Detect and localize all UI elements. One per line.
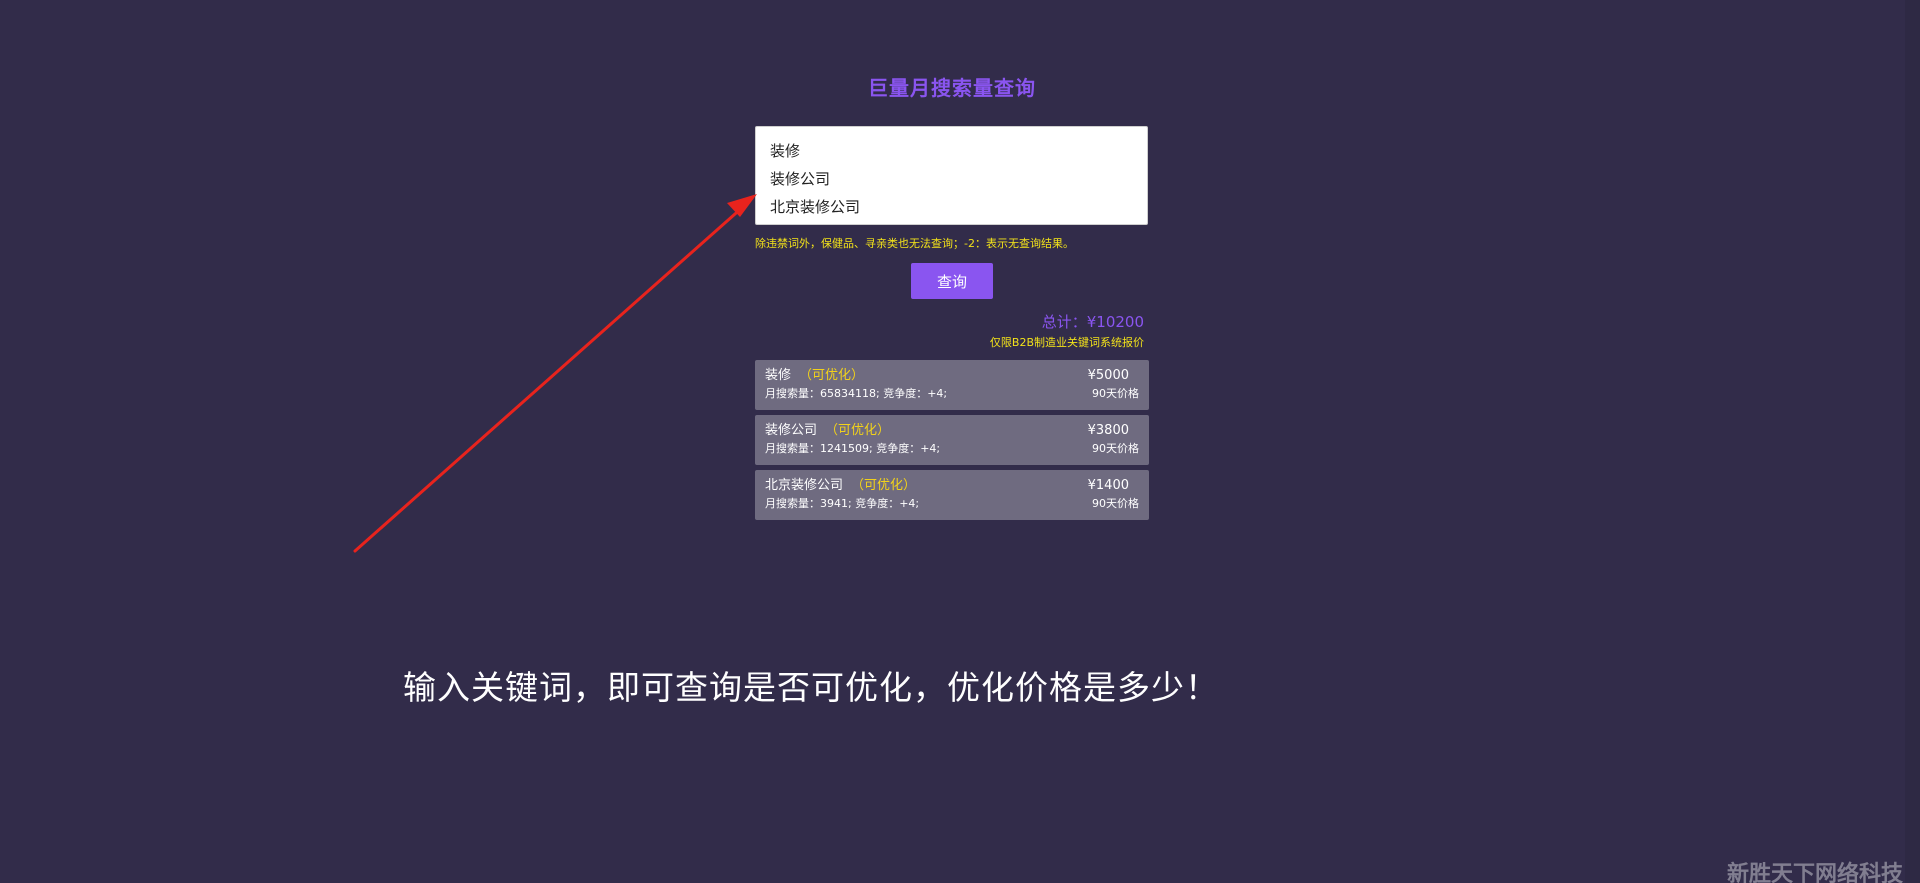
result-price: ¥1400: [1087, 478, 1129, 493]
result-keyword: 装修公司: [765, 423, 818, 438]
page-title: 巨量月搜索量查询: [868, 76, 1036, 100]
result-card: 装修公司 （可优化） 月搜索量：1241509; 竞争度：+4; ¥3800 90…: [755, 415, 1149, 465]
result-title: 北京装修公司 （可优化）: [765, 477, 1139, 495]
result-stats: 月搜索量：1241509; 竞争度：+4;: [765, 442, 941, 455]
result-price: ¥3800: [1087, 423, 1129, 438]
result-card: 装修 （可优化） 月搜索量：65834118; 竞争度：+4; ¥5000 90天…: [755, 360, 1149, 410]
price-period-label: 90天价格: [1092, 387, 1139, 400]
query-notice: 除违禁词外，保健品、寻亲类也无法查询；-2：表示无查询结果。: [755, 237, 1074, 250]
page: 巨量月搜索量查询 装修 装修公司 北京装修公司 除违禁词外，保健品、寻亲类也无法…: [0, 0, 1920, 883]
watermark: 新胜天下网络科技: [1727, 862, 1904, 883]
arrow-shaft: [353, 204, 746, 553]
result-stats: 月搜索量：3941; 竞争度：+4;: [765, 497, 920, 510]
price-period-label: 90天价格: [1092, 442, 1139, 455]
query-button[interactable]: 查询: [911, 263, 993, 299]
keyword-line: 装修: [770, 142, 801, 160]
result-keyword: 北京装修公司: [765, 478, 844, 493]
scrollbar[interactable]: [1905, 0, 1920, 883]
keyword-line: 装修公司: [770, 170, 831, 188]
total-price: 总计：¥10200: [1041, 313, 1144, 331]
result-card: 北京装修公司 （可优化） 月搜索量：3941; 竞争度：+4; ¥1400 90天…: [755, 470, 1149, 520]
result-title: 装修公司 （可优化）: [765, 422, 1139, 440]
result-stats: 月搜索量：65834118; 竞争度：+4;: [765, 387, 948, 400]
optimizable-status: （可优化）: [825, 423, 891, 438]
arrow-head: [727, 194, 757, 217]
optimizable-status: （可优化）: [799, 368, 865, 383]
annotation-caption: 输入关键词，即可查询是否可优化，优化价格是多少！: [403, 668, 1219, 707]
b2b-note: 仅限B2B制造业关键词系统报价: [989, 336, 1144, 349]
result-title: 装修 （可优化）: [765, 367, 1139, 385]
result-price: ¥5000: [1087, 368, 1129, 383]
price-period-label: 90天价格: [1092, 497, 1139, 510]
result-keyword: 装修: [765, 368, 792, 383]
keyword-line: 北京装修公司: [770, 198, 861, 216]
keyword-textarea[interactable]: 装修 装修公司 北京装修公司: [755, 126, 1148, 225]
optimizable-status: （可优化）: [851, 478, 917, 493]
results-list: 装修 （可优化） 月搜索量：65834118; 竞争度：+4; ¥5000 90天…: [755, 360, 1149, 525]
